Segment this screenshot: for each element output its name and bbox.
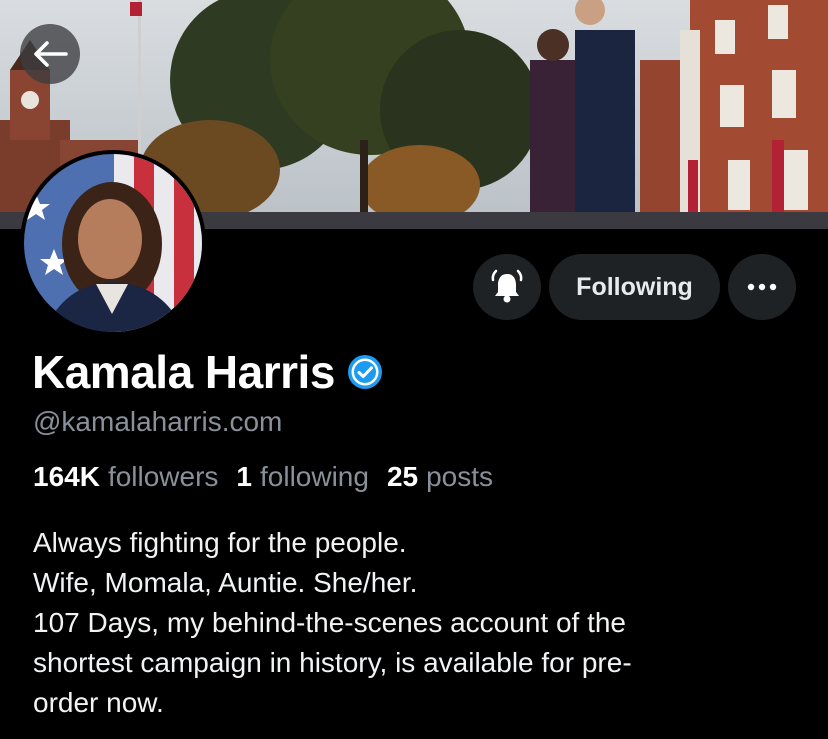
profile-stats: 164K followers 1 following 25 posts xyxy=(33,461,511,493)
bio-line: Always fighting for the people. xyxy=(33,527,407,558)
followers-count: 164K xyxy=(33,461,100,492)
bio-line: Wife, Momala, Auntie. She/her. xyxy=(33,567,418,598)
arrow-left-icon xyxy=(34,41,68,67)
profile-name-row: Kamala Harris xyxy=(32,345,383,399)
posts-count: 25 xyxy=(386,461,419,492)
display-name: Kamala Harris xyxy=(32,346,335,398)
bell-ringing-icon xyxy=(491,269,523,303)
followers-label: followers xyxy=(107,461,219,492)
bio-line: 107 Days, my behind-the-scenes account o… xyxy=(33,607,627,638)
posts-link[interactable]: 25 posts xyxy=(387,461,493,493)
handle[interactable]: @kamalaharris.com xyxy=(33,406,282,438)
following-link[interactable]: 1 following xyxy=(236,461,369,493)
profile-actions: Following xyxy=(0,254,828,320)
ellipsis-icon xyxy=(747,283,777,291)
posts-label: posts xyxy=(426,461,494,492)
following-label: following xyxy=(260,461,369,492)
following-button[interactable]: Following xyxy=(549,254,720,320)
following-count: 1 xyxy=(236,461,252,492)
bio-line: order now. xyxy=(33,687,164,718)
more-options-button[interactable] xyxy=(728,254,796,320)
notifications-button[interactable] xyxy=(473,254,541,320)
verified-badge-icon xyxy=(347,354,383,390)
back-button[interactable] xyxy=(20,24,80,84)
bio-line: shortest campaign in history, is availab… xyxy=(33,647,632,678)
profile-bio: Always fighting for the people. Wife, Mo… xyxy=(33,523,793,723)
followers-link[interactable]: 164K followers xyxy=(33,461,218,493)
